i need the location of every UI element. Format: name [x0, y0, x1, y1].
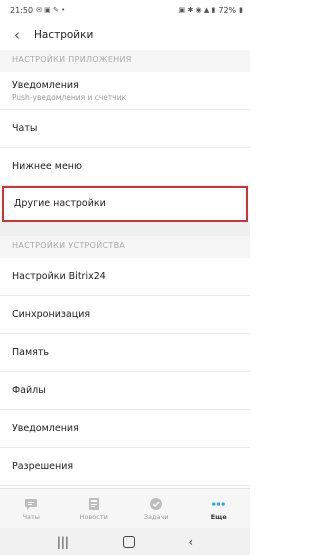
settings-item-bottom-menu[interactable]: Нижнее меню [0, 148, 250, 186]
settings-item-other-settings[interactable]: Другие настройки [2, 186, 248, 222]
item-label: Память [12, 347, 49, 358]
battery-level: 72% [218, 5, 237, 15]
system-status-icons: ▣ ✱ ◉ ▲ ▮ [178, 6, 216, 14]
item-label: Уведомления [12, 79, 79, 91]
app-bar: ‹ Настройки [0, 20, 250, 50]
item-label: Настройки Bitrix24 [12, 271, 106, 282]
tab-more[interactable]: Еще [188, 489, 251, 528]
status-bar: 21:50 ✉ ▣ ✎ • ▣ ✱ ◉ ▲ ▮ 72% ▮ [0, 0, 250, 20]
page-title: Настройки [34, 29, 94, 41]
back-arrow-icon[interactable]: ‹ [8, 27, 26, 43]
tab-label: Еще [210, 513, 227, 521]
bottom-nav: Чаты Новости Задачи Еще [0, 488, 250, 528]
more-dots-icon [211, 496, 226, 511]
item-label: Другие настройки [14, 198, 106, 209]
item-label: Чаты [12, 123, 38, 134]
settings-item-chats[interactable]: Чаты [0, 110, 250, 148]
tab-tasks[interactable]: Задачи [125, 489, 188, 528]
section-header-device-settings: НАСТРОЙКИ УСТРОЙСТВА [0, 236, 250, 258]
chat-icon [24, 496, 39, 511]
tab-news[interactable]: Новости [63, 489, 126, 528]
settings-item-memory[interactable]: Память [0, 334, 250, 372]
item-label: Файлы [12, 385, 46, 396]
settings-item-notifications[interactable]: Уведомления Push-уведомления и счетчик [0, 72, 250, 110]
tab-label: Чаты [22, 513, 40, 521]
item-label: Синхронизация [12, 309, 91, 320]
settings-item-permissions[interactable]: Разрешения [0, 448, 250, 486]
settings-item-bitrix24[interactable]: Настройки Bitrix24 [0, 258, 250, 296]
status-time: 21:50 [10, 5, 34, 15]
home-icon[interactable] [122, 535, 135, 548]
tab-label: Новости [79, 513, 108, 521]
tab-label: Задачи [143, 513, 169, 521]
system-navigation-bar: ||| ‹ [0, 528, 250, 555]
item-label: Нижнее меню [12, 161, 83, 172]
tasks-check-icon [149, 496, 164, 511]
tab-chats[interactable]: Чаты [0, 489, 63, 528]
item-label: Уведомления [12, 423, 79, 434]
app-settings-section: НАСТРОЙКИ ПРИЛОЖЕНИЯ Уведомления Push-ув… [0, 50, 250, 222]
device-settings-section: НАСТРОЙКИ УСТРОЙСТВА Настройки Bitrix24 … [0, 236, 250, 486]
settings-item-sync[interactable]: Синхронизация [0, 296, 250, 334]
battery-icon: ▮ [239, 6, 243, 14]
recent-apps-icon[interactable]: ||| [57, 535, 69, 549]
section-divider [0, 222, 250, 236]
news-icon [86, 496, 101, 511]
item-label: Разрешения [12, 461, 74, 472]
settings-item-device-notifications[interactable]: Уведомления [0, 410, 250, 448]
section-header-app-settings: НАСТРОЙКИ ПРИЛОЖЕНИЯ [0, 50, 250, 72]
item-sublabel: Push-уведомления и счетчик [12, 92, 127, 102]
settings-item-files[interactable]: Файлы [0, 372, 250, 410]
system-back-icon[interactable]: ‹ [188, 535, 193, 549]
notification-icons: ✉ ▣ ✎ • [36, 6, 66, 14]
